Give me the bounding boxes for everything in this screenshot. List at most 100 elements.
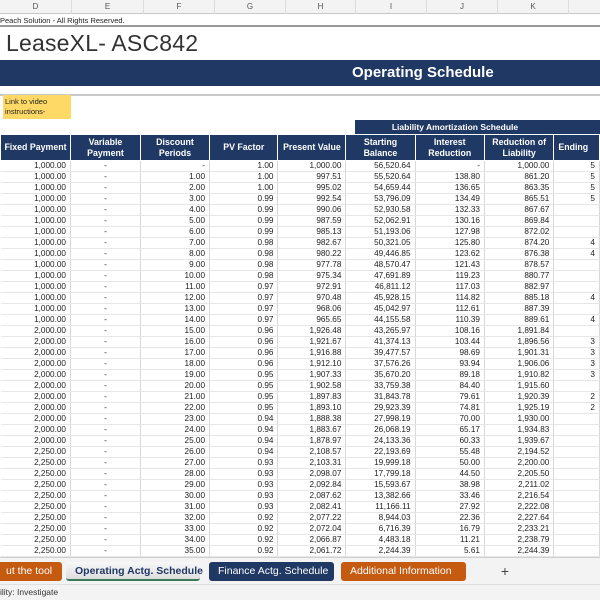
cell-ending[interactable]: 4: [553, 248, 600, 260]
cell-discount-periods[interactable]: 1.00: [140, 171, 211, 183]
cell-ending[interactable]: [553, 325, 600, 337]
cell-starting-balance[interactable]: 26,068.19: [345, 424, 416, 436]
cell-interest-reduction[interactable]: 38.98: [415, 479, 485, 491]
cell-ending[interactable]: [553, 380, 600, 392]
cell-present-value[interactable]: 1,000.00: [277, 160, 347, 172]
cell-starting-balance[interactable]: 22,193.69: [345, 446, 416, 458]
cell-present-value[interactable]: 1,926.48: [277, 325, 347, 337]
cell-present-value[interactable]: 975.34: [277, 270, 347, 282]
cell-ending[interactable]: 4: [553, 237, 600, 249]
cell-ending[interactable]: [553, 413, 600, 425]
cell-variable-payment[interactable]: -: [70, 391, 141, 403]
cell-fixed-payment[interactable]: 1,000.00: [0, 303, 71, 315]
cell-reduction-of-liability[interactable]: 889.61: [484, 314, 555, 326]
cell-starting-balance[interactable]: 45,928.15: [345, 292, 416, 304]
cell-variable-payment[interactable]: -: [70, 292, 141, 304]
cell-pv-factor[interactable]: 0.95: [209, 369, 279, 381]
cell-ending[interactable]: 5: [553, 171, 600, 183]
cell-interest-reduction[interactable]: 108.16: [415, 325, 485, 337]
cell-present-value[interactable]: 2,066.87: [277, 534, 347, 546]
cell-starting-balance[interactable]: 39,477.57: [345, 347, 416, 359]
cell-ending[interactable]: 4: [553, 314, 600, 326]
cell-discount-periods[interactable]: 18.00: [140, 358, 211, 370]
cell-variable-payment[interactable]: -: [70, 545, 141, 557]
cell-pv-factor[interactable]: 0.95: [209, 402, 279, 414]
cell-discount-periods[interactable]: 7.00: [140, 237, 211, 249]
cell-interest-reduction[interactable]: 93.94: [415, 358, 485, 370]
cell-reduction-of-liability[interactable]: 878.57: [484, 259, 555, 271]
cell-ending[interactable]: [553, 523, 600, 535]
cell-reduction-of-liability[interactable]: 1,925.19: [484, 402, 555, 414]
cell-reduction-of-liability[interactable]: 867.67: [484, 204, 555, 216]
cell-pv-factor[interactable]: 0.94: [209, 435, 279, 447]
cell-variable-payment[interactable]: -: [70, 424, 141, 436]
cell-reduction-of-liability[interactable]: 874.20: [484, 237, 555, 249]
cell-discount-periods[interactable]: 16.00: [140, 336, 211, 348]
cell-reduction-of-liability[interactable]: 882.97: [484, 281, 555, 293]
cell-interest-reduction[interactable]: 11.21: [415, 534, 485, 546]
cell-starting-balance[interactable]: 19,999.18: [345, 457, 416, 469]
cell-fixed-payment[interactable]: 1,000.00: [0, 226, 71, 238]
cell-ending[interactable]: [553, 534, 600, 546]
cell-interest-reduction[interactable]: 134.49: [415, 193, 485, 205]
cell-discount-periods[interactable]: 15.00: [140, 325, 211, 337]
cell-pv-factor[interactable]: 0.93: [209, 457, 279, 469]
cell-discount-periods[interactable]: 35.00: [140, 545, 211, 557]
cell-starting-balance[interactable]: 53,796.09: [345, 193, 416, 205]
cell-reduction-of-liability[interactable]: 1,891.84: [484, 325, 555, 337]
column-header-g[interactable]: G: [215, 0, 286, 14]
cell-variable-payment[interactable]: -: [70, 160, 141, 172]
cell-fixed-payment[interactable]: 1,000.00: [0, 270, 71, 282]
cell-starting-balance[interactable]: 47,691.89: [345, 270, 416, 282]
cell-ending[interactable]: [553, 490, 600, 502]
cell-ending[interactable]: [553, 226, 600, 238]
cell-pv-factor[interactable]: 0.99: [209, 226, 279, 238]
cell-variable-payment[interactable]: -: [70, 226, 141, 238]
cell-present-value[interactable]: 1,921.67: [277, 336, 347, 348]
cell-interest-reduction[interactable]: 50.00: [415, 457, 485, 469]
cell-reduction-of-liability[interactable]: 1,930.00: [484, 413, 555, 425]
cell-interest-reduction[interactable]: -: [415, 160, 485, 172]
cell-starting-balance[interactable]: 51,193.06: [345, 226, 416, 238]
cell-interest-reduction[interactable]: 130.16: [415, 215, 485, 227]
cell-starting-balance[interactable]: 52,930.58: [345, 204, 416, 216]
cell-fixed-payment[interactable]: 2,250.00: [0, 468, 71, 480]
cell-ending[interactable]: [553, 435, 600, 447]
cell-discount-periods[interactable]: 28.00: [140, 468, 211, 480]
cell-starting-balance[interactable]: 55,520.64: [345, 171, 416, 183]
cell-discount-periods[interactable]: 30.00: [140, 490, 211, 502]
cell-reduction-of-liability[interactable]: 2,211.02: [484, 479, 555, 491]
cell-discount-periods[interactable]: 26.00: [140, 446, 211, 458]
cell-interest-reduction[interactable]: 70.00: [415, 413, 485, 425]
cell-pv-factor[interactable]: 1.00: [209, 160, 279, 172]
cell-reduction-of-liability[interactable]: 2,194.52: [484, 446, 555, 458]
cell-fixed-payment[interactable]: 1,000.00: [0, 171, 71, 183]
cell-starting-balance[interactable]: 15,593.67: [345, 479, 416, 491]
cell-starting-balance[interactable]: 35,670.20: [345, 369, 416, 381]
cell-discount-periods[interactable]: 32.00: [140, 512, 211, 524]
cell-present-value[interactable]: 972.91: [277, 281, 347, 293]
column-header-k[interactable]: K: [498, 0, 569, 14]
cell-fixed-payment[interactable]: 1,000.00: [0, 160, 71, 172]
cell-starting-balance[interactable]: 54,659.44: [345, 182, 416, 194]
cell-discount-periods[interactable]: -: [140, 160, 211, 172]
cell-variable-payment[interactable]: -: [70, 468, 141, 480]
cell-ending[interactable]: [553, 468, 600, 480]
cell-reduction-of-liability[interactable]: 1,000.00: [484, 160, 555, 172]
cell-ending[interactable]: 3: [553, 358, 600, 370]
cell-pv-factor[interactable]: 0.98: [209, 259, 279, 271]
cell-fixed-payment[interactable]: 2,250.00: [0, 512, 71, 524]
cell-fixed-payment[interactable]: 2,000.00: [0, 413, 71, 425]
cell-present-value[interactable]: 2,072.04: [277, 523, 347, 535]
cell-pv-factor[interactable]: 0.98: [209, 248, 279, 260]
cell-reduction-of-liability[interactable]: 2,205.50: [484, 468, 555, 480]
cell-reduction-of-liability[interactable]: 1,920.39: [484, 391, 555, 403]
cell-variable-payment[interactable]: -: [70, 193, 141, 205]
cell-ending[interactable]: 5: [553, 160, 600, 172]
cell-fixed-payment[interactable]: 2,250.00: [0, 501, 71, 513]
cell-variable-payment[interactable]: -: [70, 347, 141, 359]
cell-interest-reduction[interactable]: 22.36: [415, 512, 485, 524]
cell-present-value[interactable]: 980.22: [277, 248, 347, 260]
cell-starting-balance[interactable]: 13,382.66: [345, 490, 416, 502]
cell-discount-periods[interactable]: 17.00: [140, 347, 211, 359]
